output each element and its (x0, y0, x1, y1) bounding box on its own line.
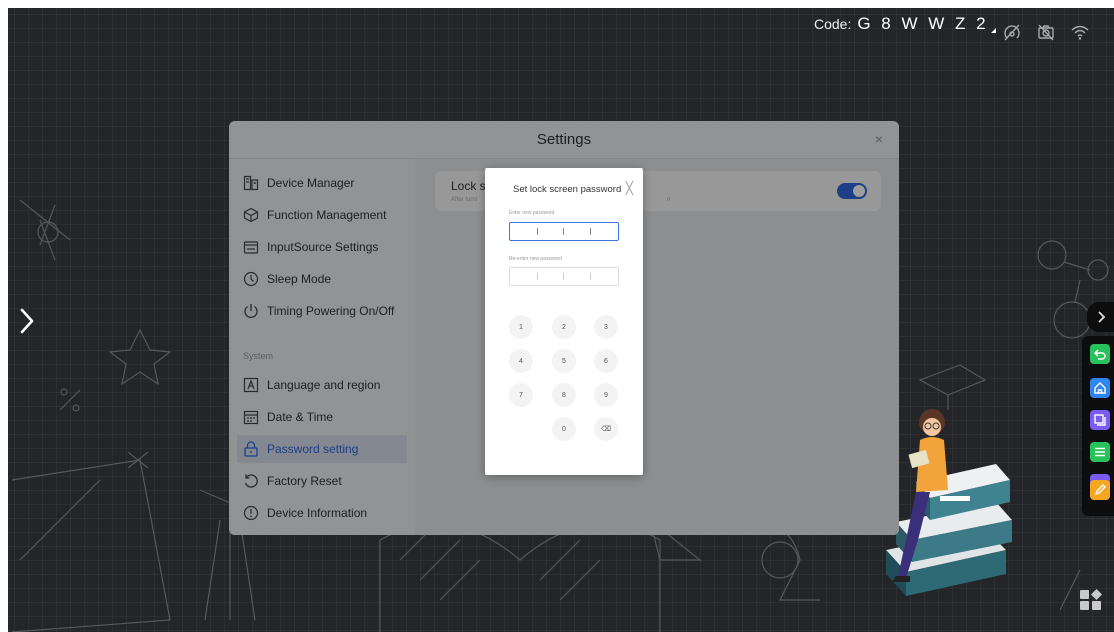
password-dialog-close-button[interactable]: ╳ (626, 182, 633, 194)
keypad-key-2[interactable]: 2 (552, 315, 576, 339)
new-password-label: Enter new password (509, 210, 555, 216)
apps-grid-icon[interactable] (1078, 588, 1104, 612)
home-icon[interactable] (1090, 378, 1110, 398)
keypad-key-7[interactable]: 7 (509, 383, 533, 407)
password-dialog-title: Set lock screen password (513, 184, 622, 195)
keypad-key-4[interactable]: 4 (509, 349, 533, 373)
menu-icon[interactable] (1090, 442, 1110, 462)
keypad-key-1[interactable]: 1 (509, 315, 533, 339)
cast-icon[interactable] (1002, 22, 1022, 42)
keypad-key-0[interactable]: 0 (552, 417, 576, 441)
code-corner-mark (990, 27, 996, 33)
keypad-key-6[interactable]: 6 (594, 349, 618, 373)
annotate-pen-icon[interactable] (1090, 480, 1110, 500)
code-value: G 8 W W Z 2 (857, 14, 989, 33)
wifi-icon[interactable] (1070, 22, 1090, 42)
back-icon[interactable] (1090, 344, 1110, 364)
connect-code: Code: G 8 W W Z 2 (804, 12, 1006, 36)
new-password-input[interactable] (509, 222, 619, 241)
keypad-key-9[interactable]: 9 (594, 383, 618, 407)
chevron-right-icon (1097, 311, 1105, 323)
toolbar-collapse-button[interactable] (1087, 302, 1114, 332)
reenter-password-label: Re-enter new password (509, 256, 562, 262)
keypad-key-3[interactable]: 3 (594, 315, 618, 339)
multitask-icon[interactable] (1090, 410, 1110, 430)
code-label: Code: (814, 16, 852, 32)
status-icons (1002, 22, 1090, 42)
keypad-backspace-icon[interactable]: ⌫ (594, 417, 618, 441)
keypad-key-8[interactable]: 8 (552, 383, 576, 407)
left-border (0, 0, 8, 632)
set-password-dialog: Set lock screen password ╳ Enter new pas… (485, 168, 643, 475)
top-border (0, 0, 1114, 8)
left-sidebar-expand-icon[interactable] (16, 306, 38, 336)
camera-off-icon[interactable] (1036, 22, 1056, 42)
keypad-key-5[interactable]: 5 (552, 349, 576, 373)
reenter-password-input[interactable] (509, 267, 619, 286)
